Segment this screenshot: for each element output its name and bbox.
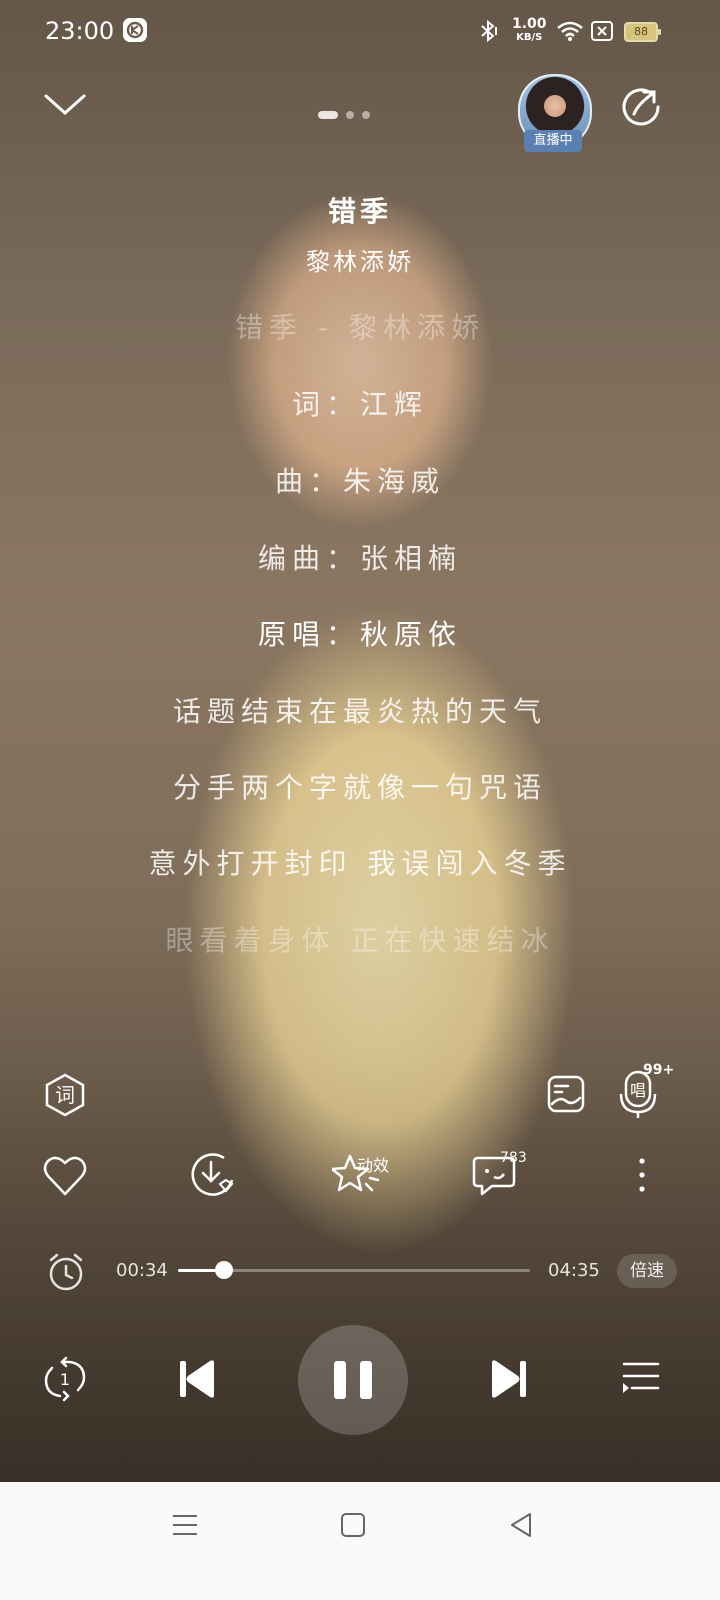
download-vip-icon: [191, 1153, 234, 1196]
menu-nav-button[interactable]: [172, 1512, 198, 1538]
poster-icon: [547, 1075, 585, 1113]
total-time: 04:35: [548, 1260, 600, 1281]
lyrics-label: 词: [55, 1083, 75, 1107]
skip-previous-icon: [180, 1360, 214, 1398]
chevron-down-icon: [44, 94, 86, 116]
back-triangle-icon: [511, 1513, 531, 1537]
svg-text:唱: 唱: [630, 1081, 646, 1100]
progress-bar[interactable]: [178, 1261, 530, 1279]
back-nav-button[interactable]: [508, 1512, 534, 1538]
skip-next-icon: [492, 1360, 526, 1398]
lyric-line-current[interactable]: 原唱：秋原依: [0, 613, 720, 653]
more-vertical-icon: [639, 1158, 645, 1192]
effects-label: 动效: [357, 1156, 390, 1175]
lyric-line[interactable]: 分手两个字就像一句咒语: [0, 766, 720, 806]
like-button[interactable]: [42, 1154, 88, 1198]
lyric-line[interactable]: 错季 - 黎林添娇: [0, 306, 720, 346]
lyric-line[interactable]: 曲：朱海威: [0, 460, 720, 500]
artist-name[interactable]: 黎林添娇: [0, 242, 720, 277]
lyric-line[interactable]: 编曲：张相楠: [0, 537, 720, 577]
lyric-line[interactable]: 意外打开封印 我误闯入冬季: [0, 842, 720, 882]
download-button[interactable]: [188, 1150, 238, 1200]
page-dot[interactable]: [318, 111, 338, 119]
battery-icon: 88: [624, 22, 661, 42]
net-speed: 1.00 KB/S: [512, 16, 547, 43]
home-square-icon: [341, 1513, 365, 1537]
system-navigation-bar: [0, 1482, 720, 1600]
lyrics-settings-button[interactable]: 词: [42, 1072, 88, 1118]
next-button[interactable]: [486, 1356, 532, 1402]
comment-count: 783: [500, 1150, 527, 1166]
collapse-button[interactable]: [42, 86, 88, 122]
repeat-one-button[interactable]: 1: [42, 1356, 88, 1402]
home-nav-button[interactable]: [340, 1512, 366, 1538]
lyric-line[interactable]: 话题结束在最炎热的天气: [0, 690, 720, 730]
playlist-icon: [622, 1362, 660, 1393]
pause-icon: [334, 1361, 372, 1399]
pause-button[interactable]: [298, 1325, 408, 1435]
share-button[interactable]: [618, 84, 664, 130]
menu-icon: [173, 1515, 197, 1535]
more-button[interactable]: [630, 1156, 654, 1196]
sing-count-badge: 99+: [643, 1062, 675, 1078]
share-icon: [622, 88, 660, 126]
playback-speed-button[interactable]: 倍速: [617, 1254, 677, 1288]
progress-thumb[interactable]: [214, 1261, 233, 1279]
lyric-line[interactable]: 词：江辉: [0, 383, 720, 423]
bluetooth-icon: [478, 19, 500, 47]
current-time: 00:34: [116, 1260, 168, 1281]
wifi-icon: [556, 20, 584, 46]
alarm-clock-icon: [49, 1253, 83, 1291]
sleep-timer-button[interactable]: [46, 1252, 86, 1292]
live-badge[interactable]: 直播中: [524, 130, 582, 152]
svg-text:1: 1: [60, 1370, 70, 1389]
status-time: 23:00: [45, 17, 115, 45]
sim-off-icon: [591, 21, 613, 45]
song-title: 错季: [327, 195, 392, 228]
repeat-one-icon: 1: [44, 1356, 86, 1402]
heart-icon: [43, 1156, 87, 1196]
previous-button[interactable]: [174, 1356, 220, 1402]
app-notification-icon: [122, 17, 148, 47]
poster-button[interactable]: [546, 1074, 586, 1114]
page-indicator[interactable]: [318, 104, 378, 123]
page-dot[interactable]: [346, 111, 354, 119]
status-bar: 23:00 1.00 KB/S 88: [0, 0, 720, 64]
page-dot[interactable]: [362, 111, 370, 119]
playlist-button[interactable]: [620, 1358, 662, 1400]
lyric-line[interactable]: 眼看着身体 正在快速结冰: [0, 919, 720, 959]
